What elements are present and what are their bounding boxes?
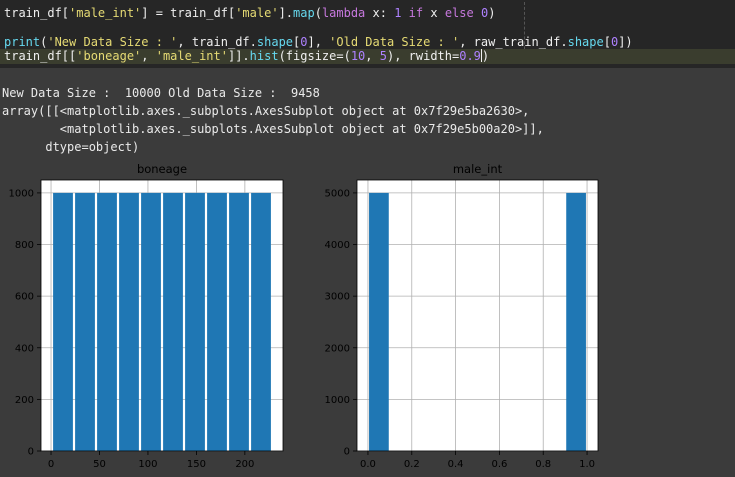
- chart-title: male_int: [453, 162, 503, 176]
- histogram-bar: [566, 192, 586, 451]
- output-line-4: dtype=object): [2, 140, 140, 154]
- code-token: (figsize=(: [278, 49, 351, 63]
- code-token: 0.9: [459, 49, 481, 63]
- output-line-1: New Data Size : 10000 Old Data Size : 94…: [2, 86, 320, 100]
- output-line-2: array([[<matplotlib.axes._subplots.AxesS…: [2, 104, 530, 118]
- histogram-bar: [185, 192, 205, 451]
- y-tick-label: 400: [15, 343, 34, 354]
- histogram-bar: [119, 192, 139, 451]
- code-token: (: [314, 6, 322, 20]
- y-tick-label: 0: [344, 447, 350, 458]
- y-tick-label: 2000: [325, 343, 350, 354]
- code-token: shape: [567, 35, 604, 49]
- code-line-4[interactable]: train_df[['boneage', 'male_int']].hist(f…: [0, 49, 735, 64]
- histogram-bar: [141, 192, 161, 451]
- code-token: hist: [249, 49, 279, 63]
- code-token: map: [293, 6, 315, 20]
- histogram-bar: [75, 192, 95, 451]
- x-tick-label: 200: [235, 459, 254, 470]
- histogram-bar: [369, 192, 389, 451]
- x-tick-label: 0.4: [448, 459, 464, 470]
- code-token: 'male_int': [155, 49, 228, 63]
- code-token: 'New Data Size : ': [47, 35, 178, 49]
- code-token: else: [444, 6, 474, 20]
- code-token: ): [481, 49, 490, 63]
- x-tick-label: 100: [138, 459, 157, 470]
- code-token: , train_df.: [177, 35, 257, 49]
- code-token: 'male': [235, 6, 279, 20]
- code-line-3[interactable]: print('New Data Size : ', train_df.shape…: [4, 35, 633, 50]
- output-line-3: <matplotlib.axes._subplots.AxesSubplot o…: [2, 122, 544, 136]
- histogram-bar: [163, 192, 183, 451]
- code-token: if: [408, 6, 424, 20]
- code-token: x: [423, 6, 445, 20]
- code-cell[interactable]: train_df['male_int'] = train_df['male'].…: [0, 0, 735, 68]
- code-token: 'Old Data Size : ': [329, 35, 460, 49]
- code-token: ],: [307, 35, 330, 49]
- x-tick-label: 0.6: [491, 459, 507, 470]
- y-tick-label: 800: [15, 240, 34, 251]
- code-token: [: [603, 35, 611, 49]
- histogram-bar: [207, 192, 227, 451]
- y-tick-label: 5000: [325, 188, 350, 199]
- code-token: ,: [141, 49, 156, 63]
- code-token: print: [4, 35, 41, 49]
- code-token: ): [488, 6, 496, 20]
- code-token: x:: [365, 6, 395, 20]
- code-token: 10: [350, 49, 366, 63]
- y-tick-label: 1000: [9, 188, 34, 199]
- x-tick-label: 50: [93, 459, 106, 470]
- y-tick-label: 3000: [325, 292, 350, 303]
- code-token: ] = train_df[: [141, 6, 236, 20]
- histogram-figure: 0 50 100 150 20002004006008001000boneage0.0 0…: [9, 162, 599, 470]
- y-tick-label: 600: [15, 292, 34, 303]
- code-token: 5: [379, 49, 387, 63]
- code-token: train_df[: [4, 6, 70, 20]
- y-tick-label: 4000: [325, 240, 350, 251]
- code-token: 'boneage': [76, 49, 142, 63]
- axes-background: [357, 180, 598, 451]
- histogram-bar: [229, 192, 249, 451]
- code-line-1[interactable]: train_df['male_int'] = train_df['male'].…: [4, 6, 495, 21]
- code-token: ), rwidth=: [386, 49, 460, 63]
- y-tick-label: 200: [15, 395, 34, 406]
- code-token: ]].: [227, 49, 250, 63]
- code-token: train_df[[: [4, 49, 77, 63]
- code-token: ,: [365, 49, 380, 63]
- x-tick-label: 1.0: [579, 459, 595, 470]
- code-token: lambda: [321, 6, 366, 20]
- x-tick-label: 0.8: [535, 459, 551, 470]
- code-token: ].: [278, 6, 294, 20]
- y-tick-label: 0: [28, 447, 34, 458]
- histogram-bar: [97, 192, 117, 451]
- code-token: , raw_train_df.: [459, 35, 568, 49]
- x-tick-label: 150: [187, 459, 206, 470]
- chart-title: boneage: [137, 162, 187, 176]
- code-token: 'male_int': [69, 6, 142, 20]
- histogram-bar: [251, 192, 271, 451]
- code-token: ]): [618, 35, 633, 49]
- histogram-bar: [53, 192, 73, 451]
- code-token: shape: [256, 35, 294, 49]
- y-tick-label: 1000: [325, 395, 350, 406]
- x-tick-label: 0: [48, 459, 54, 470]
- x-tick-label: 0.0: [360, 459, 376, 470]
- x-tick-label: 0.2: [404, 459, 420, 470]
